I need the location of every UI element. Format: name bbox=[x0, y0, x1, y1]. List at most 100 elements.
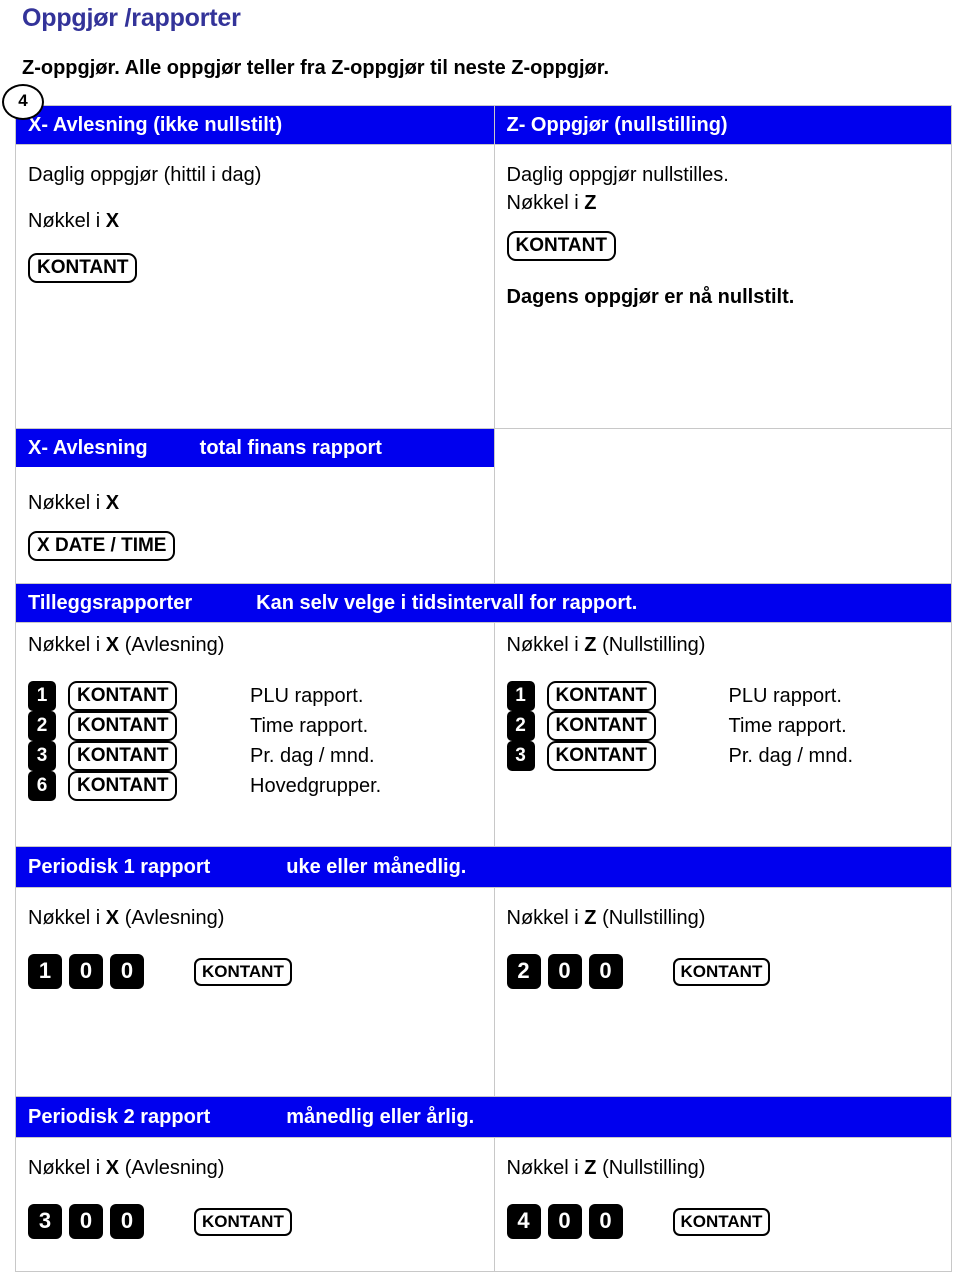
periodisk1-bar: Periodisk 1 rapport uke eller månedlig. bbox=[16, 847, 951, 887]
periodisk2-right-sequence: 4 0 0 KONTANT bbox=[506, 1204, 940, 1239]
report-desc: Time rapport. bbox=[250, 714, 369, 737]
kontant-key[interactable]: KONTANT bbox=[68, 741, 178, 771]
periodisk1-left-key-prefix: Nøkkel i bbox=[28, 907, 106, 929]
kontant-key[interactable]: KONTANT bbox=[68, 681, 178, 711]
numkey-wrap: 3 bbox=[506, 741, 547, 771]
datetime-key-wrap: X DATE / TIME bbox=[28, 531, 482, 561]
kontant-key[interactable]: KONTANT bbox=[546, 741, 656, 771]
extra-right-key-suffix: (Nullstilling) bbox=[596, 634, 706, 656]
extra-left-key-prefix: Nøkkel i bbox=[28, 634, 106, 656]
number-key[interactable]: 2 bbox=[506, 711, 535, 741]
report-desc: Hovedgrupper. bbox=[250, 774, 382, 797]
number-key[interactable]: 0 bbox=[110, 1204, 144, 1239]
datetime-key-line: Nøkkel i X bbox=[28, 489, 482, 517]
number-key[interactable]: 0 bbox=[588, 1204, 623, 1239]
kontant-key[interactable]: KONTANT bbox=[194, 1207, 292, 1236]
periodisk2-left-key-line: Nøkkel i X (Avlesning) bbox=[28, 1154, 482, 1182]
number-key[interactable]: 0 bbox=[69, 1204, 103, 1239]
kontant-wrap: KONTANT bbox=[68, 711, 250, 741]
periodisk2-bar: Periodisk 2 rapport månedlig eller årlig. bbox=[16, 1097, 951, 1137]
kontant-key[interactable]: KONTANT bbox=[506, 231, 616, 261]
daily-right-key-letter: Z bbox=[584, 192, 597, 214]
header-x-avlesning: X- Avlesning (ikke nullstilt) bbox=[16, 106, 494, 144]
datetime-key-prefix: Nøkkel i bbox=[28, 492, 106, 514]
finance-bar-desc: total finans rapport bbox=[199, 437, 382, 459]
finance-cell-left: X- Avlesning total finans rapport Nøkkel … bbox=[15, 428, 495, 584]
list-item: 6 KONTANT Hovedgrupper. bbox=[28, 771, 482, 801]
number-key[interactable]: 1 bbox=[506, 681, 535, 711]
header-z-oppgjor: Z- Oppgjør (nullstilling) bbox=[494, 106, 951, 144]
daily-left-kontant-wrap: KONTANT bbox=[28, 253, 482, 283]
kontant-key[interactable]: KONTANT bbox=[546, 711, 656, 741]
header-cell-left: X- Avlesning (ikke nullstilt) bbox=[15, 105, 495, 145]
datetime-key-letter: X bbox=[105, 492, 120, 514]
table-row-extra: Nøkkel i X (Avlesning) 1 KONTANT PLU rap… bbox=[15, 622, 952, 847]
extra-left-key-line: Nøkkel i X (Avlesning) bbox=[28, 631, 482, 659]
periodisk1-left-key-suffix: (Avlesning) bbox=[119, 907, 225, 929]
finance-cell-right bbox=[493, 428, 952, 584]
table-row-periodisk1: Nøkkel i X (Avlesning) 1 0 0 KONTANT Nøk… bbox=[15, 887, 952, 1097]
numkey-wrap: 6 bbox=[28, 771, 68, 801]
number-key[interactable]: 0 bbox=[588, 954, 623, 989]
daily-left-line1: Daglig oppgjør (hittil i dag) bbox=[28, 164, 262, 186]
kontant-key[interactable]: KONTANT bbox=[68, 711, 178, 741]
table-row-daily: Daglig oppgjør (hittil i dag) Nøkkel i X… bbox=[15, 144, 952, 429]
list-item: 3 KONTANT Pr. dag / mnd. bbox=[28, 741, 482, 771]
extra-bar-cell: Tilleggsrapporter Kan selv velge i tidsin… bbox=[15, 583, 952, 623]
page-title: Oppgjør /rapporter bbox=[22, 4, 241, 32]
periodisk2-left-sequence: 3 0 0 KONTANT bbox=[28, 1204, 482, 1239]
number-key[interactable]: 3 bbox=[28, 741, 56, 771]
number-key[interactable]: 3 bbox=[506, 741, 535, 771]
number-key[interactable]: 0 bbox=[547, 954, 582, 989]
number-key[interactable]: 4 bbox=[506, 1204, 541, 1239]
list-item: 1 KONTANT PLU rapport. bbox=[28, 681, 482, 711]
number-key[interactable]: 2 bbox=[506, 954, 541, 989]
number-key[interactable]: 1 bbox=[28, 681, 56, 711]
kontant-key[interactable]: KONTANT bbox=[68, 771, 178, 801]
document-page: Oppgjør /rapporter Z-oppgjør. Alle oppgj… bbox=[0, 0, 960, 1272]
list-item: 3 KONTANT Pr. dag / mnd. bbox=[506, 741, 940, 771]
kontant-key[interactable]: KONTANT bbox=[194, 957, 292, 986]
list-item: 1 KONTANT PLU rapport. bbox=[506, 681, 940, 711]
kontant-key[interactable]: KONTANT bbox=[672, 1207, 771, 1236]
kontant-key[interactable]: KONTANT bbox=[672, 957, 771, 986]
kontant-wrap: KONTANT bbox=[546, 741, 729, 771]
table-row-finance: X- Avlesning total finans rapport Nøkkel … bbox=[15, 428, 952, 584]
periodisk1-right-key-line: Nøkkel i Z (Nullstilling) bbox=[507, 904, 940, 932]
kontant-wrap: KONTANT bbox=[546, 711, 729, 741]
number-key[interactable]: 0 bbox=[69, 954, 103, 989]
finance-bar-label: X- Avlesning bbox=[28, 437, 148, 459]
extra-bar-desc: Kan selv velge i tidsintervall for rappo… bbox=[256, 592, 638, 614]
number-key[interactable]: 0 bbox=[547, 1204, 582, 1239]
periodisk1-right-sequence: 2 0 0 KONTANT bbox=[506, 954, 940, 989]
kontant-key[interactable]: KONTANT bbox=[546, 681, 656, 711]
number-key[interactable]: 3 bbox=[28, 1204, 62, 1239]
kontant-key[interactable]: KONTANT bbox=[28, 253, 138, 283]
daily-cell-left: Daglig oppgjør (hittil i dag) Nøkkel i X… bbox=[15, 144, 495, 429]
number-key[interactable]: 1 bbox=[28, 954, 62, 989]
daily-right-kontant-wrap: KONTANT bbox=[506, 231, 940, 261]
table-row-periodisk2-bar: Periodisk 2 rapport månedlig eller årlig. bbox=[15, 1096, 952, 1138]
periodisk2-bar-desc: månedlig eller årlig. bbox=[286, 1106, 475, 1128]
periodisk1-right-key-suffix: (Nullstilling) bbox=[596, 907, 706, 929]
kontant-wrap: KONTANT bbox=[546, 681, 729, 711]
number-key[interactable]: 0 bbox=[110, 954, 144, 989]
periodisk1-bar-desc: uke eller månedlig. bbox=[286, 856, 467, 878]
daily-cell-right: Daglig oppgjør nullstilles. Nøkkel i Z K… bbox=[493, 144, 952, 429]
periodisk2-bar-label: Periodisk 2 rapport bbox=[28, 1106, 211, 1128]
daily-right-line1: Daglig oppgjør nullstilles. bbox=[506, 164, 729, 186]
periodisk1-bar-cell: Periodisk 1 rapport uke eller månedlig. bbox=[15, 846, 952, 888]
number-key[interactable]: 6 bbox=[28, 771, 56, 801]
numkey-wrap: 2 bbox=[506, 711, 547, 741]
report-desc: PLU rapport. bbox=[728, 684, 842, 707]
extra-right-key-prefix: Nøkkel i bbox=[506, 634, 585, 656]
report-desc: Pr. dag / mnd. bbox=[728, 744, 854, 767]
x-date-time-key[interactable]: X DATE / TIME bbox=[28, 531, 176, 561]
extra-right-key-line: Nøkkel i Z (Nullstilling) bbox=[507, 631, 940, 659]
table-row-extra-bar: Tilleggsrapporter Kan selv velge i tidsin… bbox=[15, 583, 952, 623]
extra-left-key-letter: X bbox=[105, 634, 120, 656]
list-item: 2 KONTANT Time rapport. bbox=[28, 711, 482, 741]
number-key[interactable]: 2 bbox=[28, 711, 56, 741]
page-number-badge: 4 bbox=[2, 84, 44, 120]
daily-left-key-prefix: Nøkkel i bbox=[28, 210, 106, 232]
